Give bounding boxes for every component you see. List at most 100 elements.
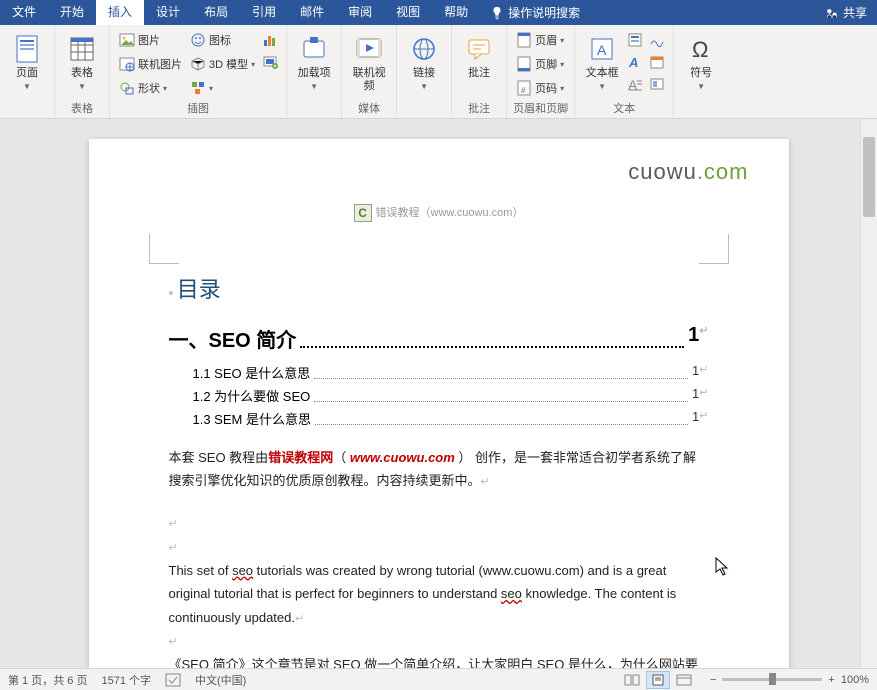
tab-review[interactable]: 审阅 — [336, 0, 384, 25]
text: （ — [333, 450, 346, 465]
comment-icon — [463, 33, 495, 65]
svg-text:A: A — [597, 42, 607, 58]
pagenum-label: 页码 — [535, 80, 557, 96]
page: cuowu.com C错误教程（www.cuowu.com） ▪ 目录 一、SE… — [89, 139, 789, 668]
tell-me-search[interactable]: 操作说明搜索 — [480, 4, 590, 21]
symbol-button[interactable]: Ω 符号▼ — [680, 29, 722, 93]
view-print-button[interactable] — [646, 671, 670, 689]
chevron-down-icon: ▾ — [209, 84, 213, 93]
tab-insert[interactable]: 插入 — [96, 0, 144, 25]
video-icon — [353, 33, 385, 65]
status-words[interactable]: 1571 个字 — [101, 672, 151, 688]
share-label: 共享 — [843, 4, 867, 21]
share-button[interactable]: 共享 — [815, 4, 877, 21]
group-media: 媒体 — [348, 100, 390, 118]
chart-button[interactable] — [260, 31, 280, 49]
page-number-button[interactable]: #页码 ▾ — [513, 77, 567, 99]
view-web-button[interactable] — [672, 671, 696, 689]
comment-button[interactable]: 批注 — [458, 29, 500, 80]
tab-view[interactable]: 视图 — [384, 0, 432, 25]
table-button[interactable]: 表格▼ — [61, 29, 103, 93]
header-button[interactable]: 页眉 ▾ — [513, 29, 567, 51]
paragraph: 《SEO 简介》这个章节是对 SEO 做一个简单介绍，让大家明白 SEO 是什么… — [169, 653, 709, 668]
footer-label: 页脚 — [535, 56, 557, 72]
header-icon — [516, 32, 532, 48]
link-icon — [408, 33, 440, 65]
tab-design[interactable]: 设计 — [144, 0, 192, 25]
status-language[interactable]: 中文(中国) — [195, 672, 246, 688]
group-comments: 批注 — [458, 100, 500, 118]
view-read-button[interactable] — [620, 671, 644, 689]
object-button[interactable] — [647, 75, 667, 93]
chevron-down-icon: ▼ — [697, 82, 705, 91]
toc-leader — [315, 409, 688, 425]
view-buttons — [620, 671, 696, 689]
datetime-button[interactable] — [647, 53, 667, 71]
status-page[interactable]: 第 1 页，共 6 页 — [8, 672, 87, 688]
icons-button[interactable]: 图标 — [187, 29, 258, 51]
pages-label: 页面 — [16, 67, 38, 79]
toc-h1-text: 一、SEO 简介 — [169, 324, 297, 353]
addins-button[interactable]: 加载项▼ — [293, 29, 335, 93]
footer-button[interactable]: 页脚 ▾ — [513, 53, 567, 75]
pictures-button[interactable]: 图片 — [116, 29, 185, 51]
tab-home[interactable]: 开始 — [48, 0, 96, 25]
online-pictures-label: 联机图片 — [138, 56, 182, 72]
margin-corner-tl — [149, 234, 179, 264]
toc-item: 1.1 SEO 是什么意思1↵ — [169, 363, 709, 382]
zoom-slider[interactable] — [722, 678, 822, 681]
pictures-label: 图片 — [138, 32, 160, 48]
svg-text:#: # — [521, 86, 526, 95]
online-picture-icon — [119, 56, 135, 72]
vertical-scrollbar[interactable] — [860, 119, 877, 668]
paragraph-empty: ↵ — [169, 629, 709, 653]
tab-help[interactable]: 帮助 — [432, 0, 480, 25]
chevron-down-icon: ▾ — [560, 60, 564, 69]
picture-icon — [119, 32, 135, 48]
tab-mailings[interactable]: 邮件 — [288, 0, 336, 25]
toc-item-text: 1.1 SEO 是什么意思 — [193, 363, 311, 382]
video-label: 联机视频 — [348, 67, 390, 93]
table-icon — [66, 33, 98, 65]
smartart-icon — [190, 80, 206, 96]
toc-item-text: 1.2 为什么要做 SEO — [193, 386, 311, 405]
chevron-down-icon: ▼ — [23, 82, 31, 91]
document-area[interactable]: cuowu.com C错误教程（www.cuowu.com） ▪ 目录 一、SE… — [0, 119, 877, 668]
textbox-button[interactable]: A 文本框▼ — [581, 29, 623, 93]
watermark: cuowu.com — [628, 159, 748, 185]
paragraph: This set of seo tutorials was created by… — [169, 559, 709, 630]
zoom-slider-thumb[interactable] — [769, 673, 776, 685]
smartart-button[interactable]: ▾ — [187, 77, 258, 99]
links-button[interactable]: 链接▼ — [403, 29, 445, 93]
quickparts-button[interactable] — [625, 31, 645, 49]
scrollbar-thumb[interactable] — [863, 137, 875, 217]
toc-leader — [314, 363, 688, 379]
dropcap-button[interactable]: A — [625, 75, 645, 93]
zoom-in-button[interactable]: + — [828, 674, 834, 686]
shapes-button[interactable]: 形状 ▾ — [116, 77, 185, 99]
tab-layout[interactable]: 布局 — [192, 0, 240, 25]
chevron-down-icon: ▼ — [420, 82, 428, 91]
zoom-out-button[interactable]: − — [710, 674, 716, 686]
pages-button[interactable]: 页面 ▼ — [6, 29, 48, 93]
tell-me-label: 操作说明搜索 — [508, 4, 580, 21]
spellcheck-icon[interactable] — [165, 673, 181, 687]
zoom-percent[interactable]: 100% — [841, 674, 869, 686]
page-icon — [11, 33, 43, 65]
3d-models-button[interactable]: 3D 模型 ▾ — [187, 53, 258, 75]
online-video-button[interactable]: 联机视频 — [348, 29, 390, 93]
online-pictures-button[interactable]: 联机图片 — [116, 53, 185, 75]
svg-text:Ω: Ω — [692, 37, 708, 62]
screenshot-button[interactable] — [260, 53, 280, 71]
tab-file[interactable]: 文件 — [0, 0, 48, 25]
tab-references[interactable]: 引用 — [240, 0, 288, 25]
signature-button[interactable] — [647, 31, 667, 49]
group-links — [403, 104, 445, 118]
header-logo-icon: C — [354, 204, 372, 222]
wordart-button[interactable]: A — [625, 53, 645, 71]
svg-text:A: A — [628, 55, 638, 70]
group-text: 文本 — [581, 100, 667, 118]
text: 本套 SEO 教程由 — [169, 450, 269, 465]
paragraph-empty: ↵ — [169, 511, 709, 535]
group-addins — [293, 104, 335, 118]
